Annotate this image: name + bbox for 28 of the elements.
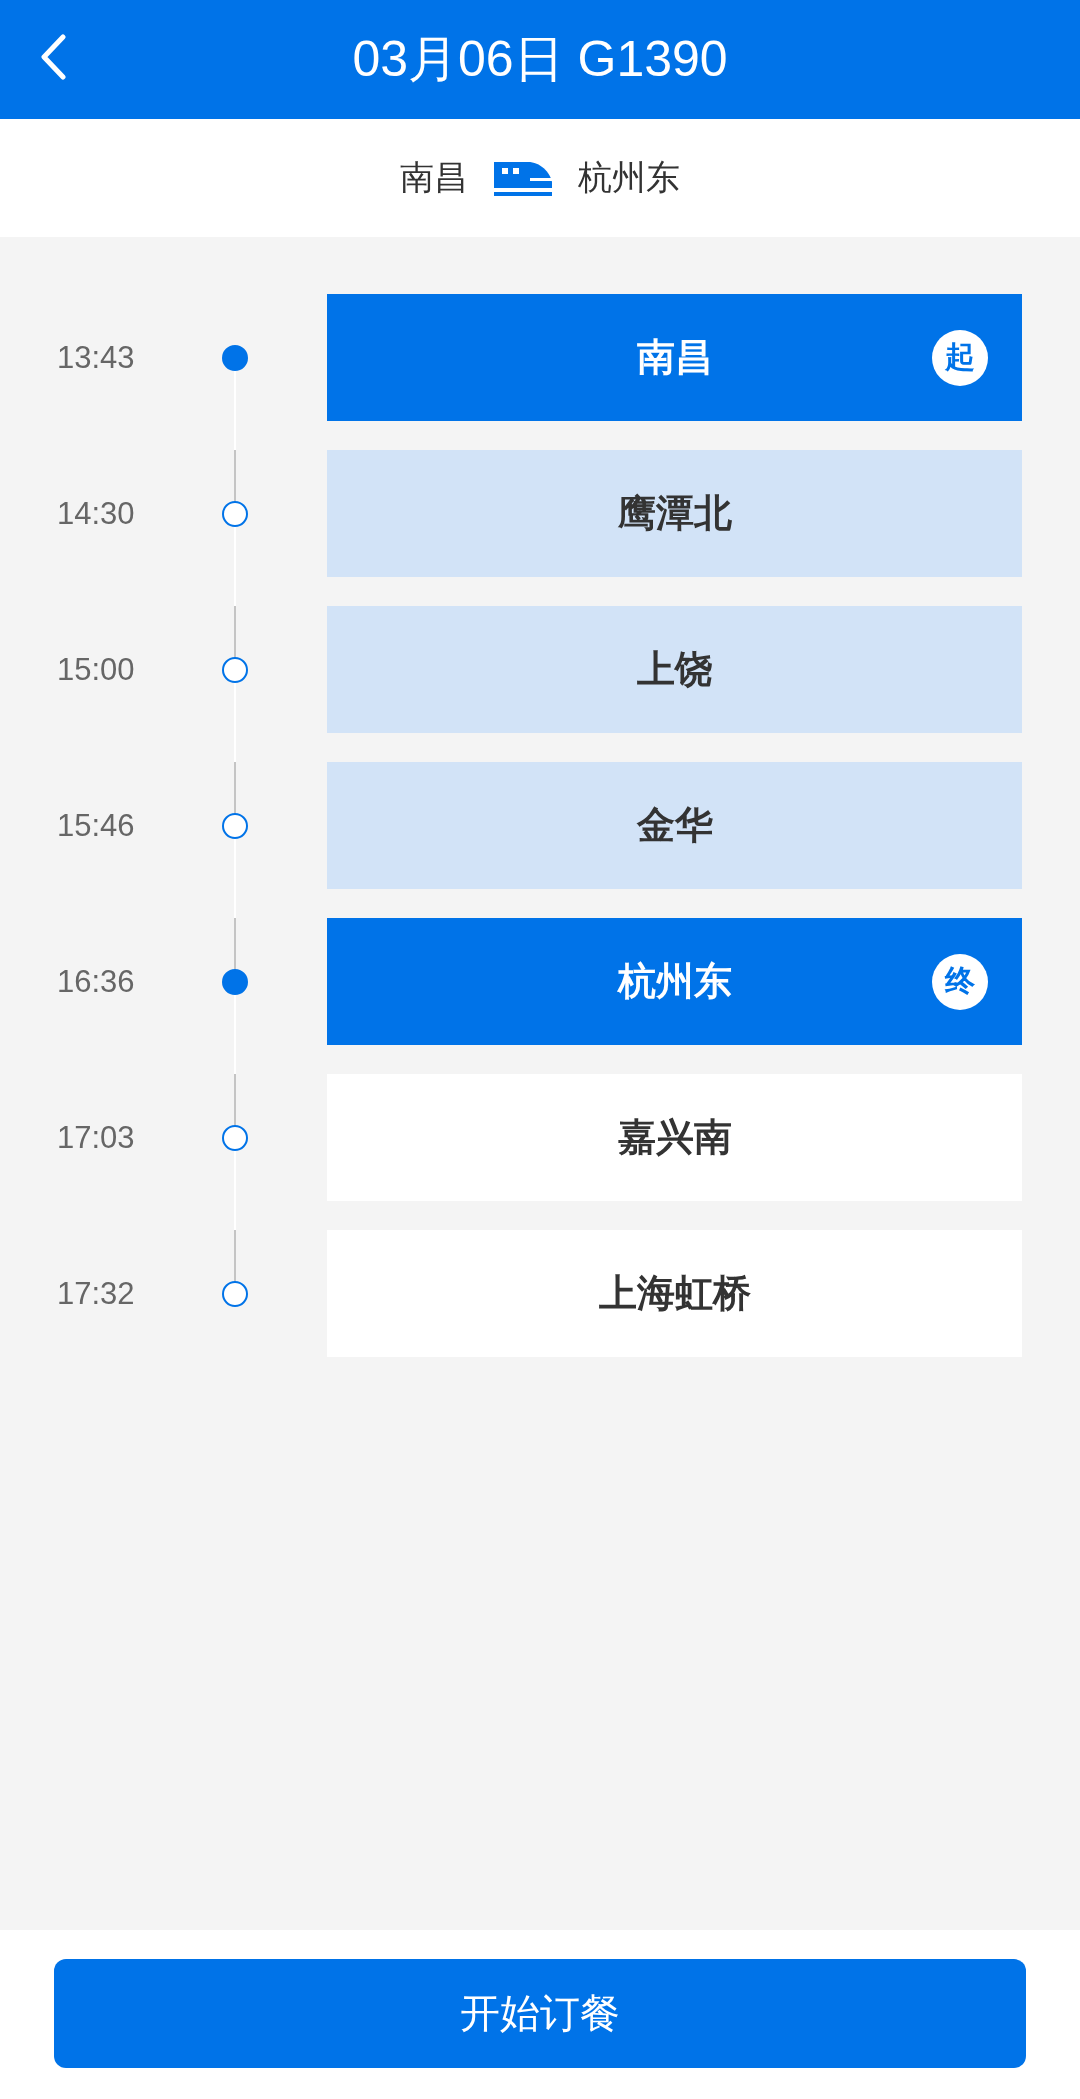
station-card[interactable]: 嘉兴南 [327,1074,1022,1201]
station-name: 金华 [636,803,713,848]
station-card[interactable]: 上海虹桥 [327,1230,1022,1357]
stop-time: 16:36 [56,963,136,1000]
station-card[interactable]: 金华 [327,762,1022,889]
page-title: 03月06日 G1390 [352,30,728,89]
station-name: 鹰潭北 [617,491,732,536]
origin-station: 南昌 [400,157,468,198]
station-badge: 终 [932,953,988,1010]
stop-time: 17:32 [56,1275,136,1312]
station-card[interactable]: 鹰潭北 [327,450,1022,577]
station-badge: 起 [932,329,988,386]
stop-time: 13:43 [56,339,136,376]
station-name: 杭州东 [617,959,732,1004]
station-name: 上饶 [636,647,713,692]
stop-time: 15:46 [56,807,136,844]
station-name: 嘉兴南 [617,1115,732,1160]
stop-time: 14:30 [56,495,136,532]
order-button[interactable]: 开始订餐 [54,1959,1026,2068]
station-card[interactable]: 南昌 起 [327,294,1022,421]
station-card[interactable]: 上饶 [327,606,1022,733]
station-name: 上海虹桥 [598,1271,751,1316]
stop-time: 15:00 [56,651,136,688]
destination-station: 杭州东 [578,157,680,198]
station-name: 南昌 [636,335,713,380]
station-card[interactable]: 杭州东 终 [327,918,1022,1045]
back-icon [40,34,66,80]
stop-time: 17:03 [56,1119,136,1156]
